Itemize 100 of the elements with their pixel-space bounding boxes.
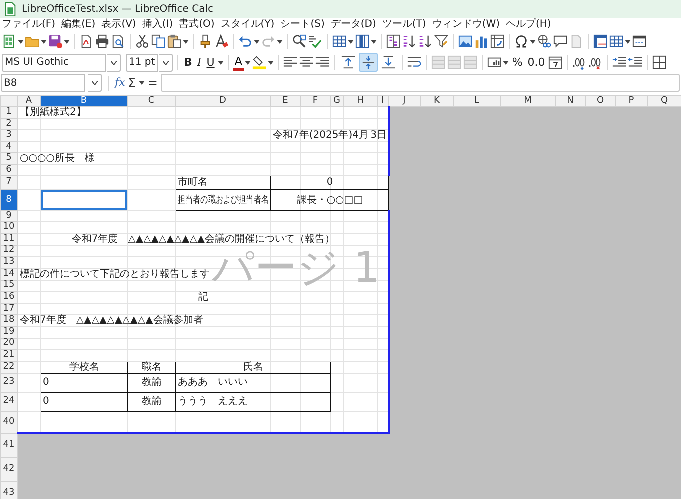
row-header[interactable]: 8 (0, 190, 18, 210)
align-center-icon[interactable] (299, 55, 314, 70)
row-header[interactable]: 5 (0, 152, 18, 164)
image-icon[interactable] (458, 34, 473, 49)
number-format-button[interactable]: 0.0 (526, 54, 548, 71)
column-header[interactable]: A (18, 96, 40, 106)
merge-cells-icon[interactable] (447, 55, 462, 70)
caret-icon[interactable] (503, 60, 510, 64)
copy-icon[interactable] (151, 34, 166, 49)
caret-icon[interactable] (41, 40, 47, 44)
caret-icon[interactable] (625, 40, 631, 44)
name-box-field[interactable]: B8 (1, 74, 85, 92)
row-header[interactable]: 10 (0, 222, 18, 234)
column-header[interactable]: Q (648, 96, 681, 106)
bold-button[interactable]: B (182, 54, 194, 71)
sort-icon[interactable] (386, 34, 401, 49)
dropdown-button[interactable] (88, 74, 102, 92)
font-name-field[interactable]: MS UI Gothic (2, 54, 106, 72)
italic-button[interactable]: I (195, 54, 204, 71)
chart-icon[interactable] (474, 34, 489, 49)
column-header[interactable]: E (270, 96, 300, 106)
row-header[interactable]: 14 (0, 268, 18, 280)
caret-icon[interactable] (254, 40, 260, 44)
dropdown-button[interactable] (107, 54, 121, 72)
caret-icon[interactable] (268, 60, 274, 64)
decrease-indent-icon[interactable] (628, 55, 644, 70)
caret-icon[interactable] (348, 40, 354, 44)
borders-icon[interactable] (652, 55, 668, 70)
menu-item[interactable]: スタイル(Y) (220, 18, 275, 30)
freeze-panes-icon[interactable] (593, 34, 608, 49)
menu-item[interactable]: ヘルプ(H) (506, 18, 552, 30)
highlight-icon[interactable] (252, 55, 268, 70)
align-middle-button[interactable] (359, 53, 378, 72)
row-header[interactable]: 24 (0, 392, 18, 412)
wrap-text-icon[interactable] (407, 55, 422, 70)
row-header[interactable]: 41 (0, 433, 18, 458)
align-right-icon[interactable] (315, 55, 330, 70)
caret-icon[interactable] (277, 40, 283, 44)
pivot-table-icon[interactable] (490, 34, 505, 49)
hyperlink-icon[interactable] (537, 34, 552, 49)
row-header[interactable]: 12 (0, 245, 18, 257)
align-left-icon[interactable] (283, 55, 298, 70)
caret-icon[interactable] (138, 81, 145, 85)
comment-icon[interactable] (553, 34, 568, 49)
column-header[interactable]: O (586, 96, 616, 106)
menu-item[interactable]: 編集(E) (62, 18, 96, 30)
menu-item[interactable]: ウィンドウ(W) (432, 18, 500, 30)
cut-icon[interactable] (135, 34, 150, 49)
row-header[interactable]: 7 (0, 176, 18, 190)
column-header[interactable]: P (616, 96, 648, 106)
number-format-icon[interactable] (487, 55, 502, 70)
paintbrush-icon[interactable] (198, 34, 213, 49)
caret-icon[interactable] (245, 60, 252, 64)
dropdown-button[interactable] (159, 54, 173, 72)
increase-indent-icon[interactable] (612, 55, 628, 70)
font-size-field[interactable]: 11 pt (126, 54, 158, 72)
caret-icon[interactable] (530, 40, 536, 44)
formula-button[interactable]: = (148, 74, 158, 92)
new-document-icon[interactable] (2, 34, 17, 49)
date-format-icon[interactable] (548, 55, 564, 70)
print-icon[interactable] (95, 34, 110, 49)
column-header[interactable]: B (40, 96, 128, 106)
caret-icon[interactable] (18, 40, 24, 44)
column-header[interactable]: J (388, 96, 420, 106)
row-header[interactable]: 1 (0, 106, 18, 118)
row-header[interactable]: 23 (0, 373, 18, 392)
table-grid-icon[interactable] (609, 34, 624, 49)
row-header[interactable]: 4 (0, 142, 18, 152)
column-header[interactable]: F (300, 96, 330, 106)
row-header[interactable]: 2 (0, 118, 18, 130)
row-header[interactable]: 15 (0, 280, 18, 292)
caret-icon[interactable] (64, 40, 70, 44)
undo-icon[interactable] (238, 34, 253, 49)
sort-ascending-icon[interactable] (402, 34, 417, 49)
row-header[interactable]: 43 (0, 481, 18, 499)
column-header[interactable]: C (128, 96, 176, 106)
window-icon[interactable] (632, 34, 647, 49)
caret-icon[interactable] (218, 60, 224, 64)
menu-item[interactable]: 表示(V) (102, 18, 136, 30)
filter-icon[interactable] (434, 34, 449, 49)
column-header[interactable]: N (556, 96, 586, 106)
row-header[interactable]: 21 (0, 350, 18, 362)
row-header[interactable]: 22 (0, 361, 18, 374)
pdf-export-icon[interactable] (79, 34, 94, 49)
row-header[interactable]: 16 (0, 291, 18, 304)
row-header[interactable]: 20 (0, 338, 18, 350)
underline-button[interactable]: U (204, 54, 217, 71)
column-header[interactable]: M (500, 96, 556, 106)
formula-input-field[interactable] (160, 74, 680, 92)
menu-item[interactable]: シート(S) (280, 18, 325, 30)
column-header[interactable]: K (420, 96, 454, 106)
row-header[interactable]: 18 (0, 314, 18, 327)
font-color-button[interactable]: A (232, 54, 244, 71)
row-header[interactable]: 9 (0, 210, 18, 222)
caret-icon[interactable] (183, 40, 189, 44)
row-header[interactable]: 40 (0, 411, 18, 434)
menu-item[interactable]: ファイル(F) (2, 18, 56, 30)
sort-descending-icon[interactable] (418, 34, 433, 49)
menu-item[interactable]: 書式(O) (179, 18, 215, 30)
column-header[interactable]: I (378, 96, 388, 106)
